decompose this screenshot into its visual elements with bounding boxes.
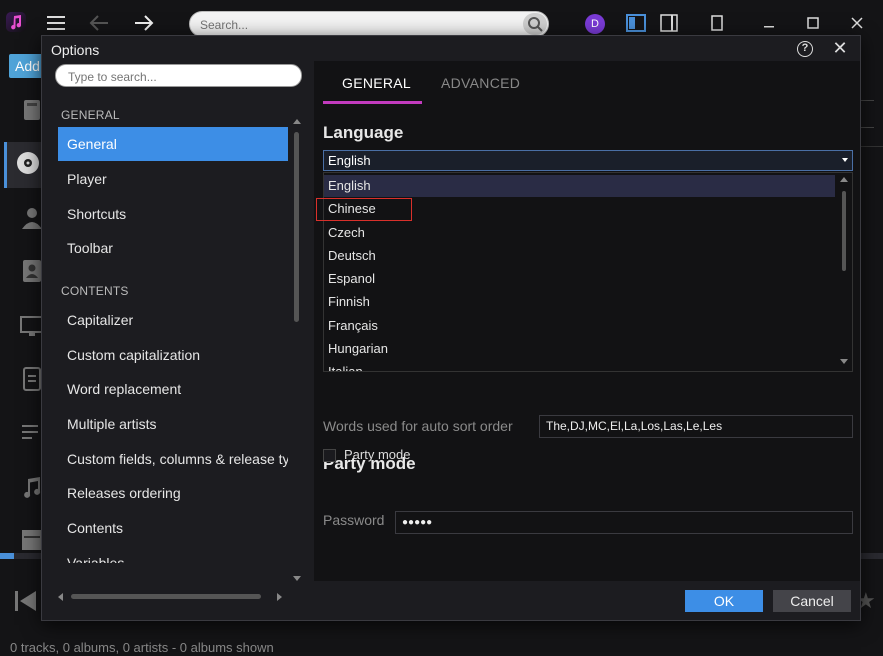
- previous-track-icon[interactable]: [12, 588, 40, 614]
- cancel-button[interactable]: Cancel: [773, 590, 851, 612]
- nav-section-contents: CONTENTS: [61, 284, 129, 298]
- sort-words-field[interactable]: The,DJ,MC,El,La,Los,Las,Le,Les: [539, 415, 853, 438]
- annotation-highlight-box: [316, 198, 412, 221]
- nav-section-general: GENERAL: [61, 108, 120, 122]
- language-scroll-thumb[interactable]: [842, 191, 846, 271]
- maximize-icon[interactable]: [804, 14, 822, 32]
- options-content-pane: GENERAL ADVANCED Language English Englis…: [314, 61, 860, 581]
- tab-advanced[interactable]: ADVANCED: [441, 75, 520, 91]
- language-option-italian[interactable]: Italian: [324, 361, 835, 371]
- password-label: Password: [323, 512, 385, 528]
- scroll-left-arrow-icon[interactable]: [58, 593, 63, 601]
- forward-arrow-icon[interactable]: [133, 13, 155, 33]
- dialog-title: Options: [51, 42, 100, 58]
- app-logo-icon: [6, 12, 26, 32]
- sort-words-label: Words used for auto sort order: [323, 418, 513, 434]
- password-field[interactable]: ●●●●●: [395, 511, 853, 534]
- nav-item-multiple-artists[interactable]: Multiple artists: [58, 407, 288, 441]
- dropdown-caret-icon[interactable]: [842, 158, 848, 162]
- background-divider: [860, 146, 883, 147]
- scroll-right-arrow-icon[interactable]: [277, 593, 282, 601]
- nav-item-contents[interactable]: Contents: [58, 511, 288, 545]
- nav-item-word-replacement[interactable]: Word replacement: [58, 372, 288, 406]
- language-option-francais[interactable]: Français: [324, 315, 835, 337]
- options-search-box[interactable]: [55, 64, 302, 87]
- ok-button[interactable]: OK: [685, 590, 763, 612]
- main-search-input[interactable]: [200, 17, 500, 33]
- language-select[interactable]: English: [323, 150, 853, 171]
- language-option-espanol[interactable]: Espanol: [324, 268, 835, 290]
- party-mode-checkbox-label: Party mode: [344, 447, 411, 462]
- layout-left-panel-icon[interactable]: [626, 14, 646, 32]
- scroll-down-arrow-icon[interactable]: [840, 359, 848, 364]
- language-selected-value: English: [328, 153, 371, 168]
- back-arrow-icon[interactable]: [88, 13, 110, 33]
- options-dialog: Options ? ✕ GENERAL General Player Short…: [41, 35, 861, 621]
- language-section-title: Language: [323, 123, 404, 142]
- language-option-english[interactable]: English: [324, 175, 835, 197]
- disc-icon[interactable]: [14, 150, 42, 176]
- nav-vertical-scrollbar[interactable]: [292, 116, 302, 586]
- help-icon[interactable]: ?: [797, 41, 813, 57]
- nav-scroll-thumb[interactable]: [294, 132, 299, 322]
- main-search-box[interactable]: [189, 11, 549, 37]
- tab-general[interactable]: GENERAL: [342, 75, 411, 91]
- nav-item-custom-fields[interactable]: Custom fields, columns & release ty: [58, 442, 288, 476]
- hamburger-menu-icon[interactable]: [45, 13, 67, 33]
- library-status: 0 tracks, 0 albums, 0 artists - 0 albums…: [10, 640, 274, 655]
- language-list-scrollbar[interactable]: [836, 173, 852, 371]
- language-option-deutsch[interactable]: Deutsch: [324, 245, 835, 267]
- nav-item-player[interactable]: Player: [58, 162, 288, 196]
- active-tab-indicator: [323, 101, 422, 104]
- language-option-finnish[interactable]: Finnish: [324, 291, 835, 313]
- nav-item-variables[interactable]: Variables: [58, 546, 288, 563]
- scroll-down-arrow-icon[interactable]: [293, 576, 301, 581]
- add-button[interactable]: Add: [9, 54, 43, 78]
- scroll-up-arrow-icon[interactable]: [293, 119, 301, 124]
- nav-item-shortcuts[interactable]: Shortcuts: [58, 197, 288, 231]
- nav-hscroll-thumb[interactable]: [71, 594, 261, 599]
- nav-item-toolbar[interactable]: Toolbar: [58, 231, 288, 265]
- options-nav-pane: GENERAL General Player Shortcuts Toolbar…: [42, 62, 307, 601]
- nav-horizontal-scrollbar[interactable]: [55, 591, 285, 603]
- nav-item-capitalizer[interactable]: Capitalizer: [58, 303, 288, 337]
- party-mode-checkbox[interactable]: [323, 449, 336, 462]
- scroll-up-arrow-icon[interactable]: [840, 177, 848, 182]
- nav-item-general[interactable]: General: [58, 127, 288, 161]
- options-search-input[interactable]: [68, 69, 288, 84]
- minimize-icon[interactable]: [760, 14, 778, 32]
- language-option-hungarian[interactable]: Hungarian: [324, 338, 835, 360]
- nav-item-custom-capitalization[interactable]: Custom capitalization: [58, 338, 288, 372]
- user-avatar[interactable]: D: [585, 14, 605, 34]
- close-icon[interactable]: ✕: [831, 38, 849, 58]
- window-close-icon[interactable]: [848, 14, 866, 32]
- mini-player-icon[interactable]: [710, 15, 724, 31]
- background-panel-edge: [860, 100, 874, 128]
- layout-right-panel-icon[interactable]: [660, 14, 678, 32]
- language-option-czech[interactable]: Czech: [324, 222, 835, 244]
- search-icon[interactable]: [523, 13, 547, 35]
- nav-item-releases-ordering[interactable]: Releases ordering: [58, 476, 288, 510]
